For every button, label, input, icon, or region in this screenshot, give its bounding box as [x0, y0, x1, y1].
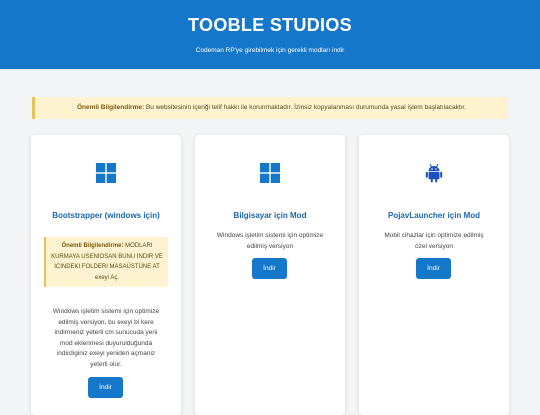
card-pojav-mod: PojavLauncher için Mod Mobil cihazlar iç…: [359, 135, 509, 415]
site-title: TOOBLE STUDIOS: [188, 15, 352, 35]
copyright-notice: Önemli Bilgilendirme: Bu websitesinin iç…: [32, 97, 508, 119]
download-button[interactable]: İndir: [252, 258, 287, 279]
site-header: TOOBLE STUDIOS Codeman RP'ye girebilmek …: [0, 0, 540, 69]
card-description: Mobil cihazlar için optimize edilmiş öze…: [384, 232, 484, 250]
download-button[interactable]: İndir: [88, 377, 123, 398]
windows-icon: [96, 163, 116, 183]
windows-icon: [260, 163, 280, 183]
card-pc-mod: Bilgisayar için Mod Windows işletim sist…: [195, 135, 345, 415]
android-icon: [424, 163, 444, 183]
notice-bold: Önemli Bilgilendirme:: [76, 104, 145, 111]
card-description: Windows işletim sistemi için optimize ed…: [52, 308, 160, 368]
card-bootstrapper: Bootstrapper (windows için) Önemli Bilgi…: [31, 135, 181, 415]
site-subtitle: Codeman RP'ye girebilmek için gerekli mo…: [195, 47, 345, 54]
download-button[interactable]: İndir: [416, 258, 451, 279]
card-title: Bootstrapper (windows için): [52, 211, 160, 220]
card-warning: Önemli Bilgilendirme: MODLARI KURMAYA US…: [44, 237, 168, 287]
warning-bold: Önemli Bilgilendirme:: [61, 243, 124, 249]
notice-text: Bu websitesinin içeriği telif hakkı ile …: [144, 104, 467, 111]
card-title: Bilgisayar için Mod: [233, 211, 307, 220]
card-description: Windows işletim sistemi için optimize ed…: [216, 232, 324, 250]
card-title: PojavLauncher için Mod: [387, 211, 480, 220]
